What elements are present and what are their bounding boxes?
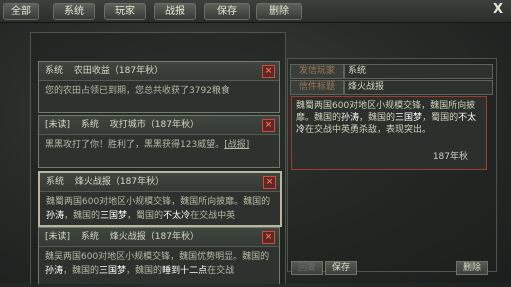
save-button[interactable]: 保存 bbox=[325, 261, 357, 275]
tab-battle-report[interactable]: 战报 bbox=[154, 3, 196, 20]
message-content: 魏蜀两国600对地区小规模交锋，魏国所向披靡。魏国的孙涛，魏国的三国梦，蜀国的不… bbox=[291, 96, 487, 170]
delete-icon[interactable]: × bbox=[263, 176, 276, 189]
message-item-selected[interactable]: 系统 烽火战报（187年秋） × 魏蜀两国600对地区小规模交锋，魏国所向披靡。… bbox=[38, 171, 282, 227]
message-text: ，魏国的 bbox=[63, 266, 100, 276]
player-name: 三国梦 bbox=[99, 266, 127, 276]
sender-label: 发信玩家 bbox=[290, 64, 344, 79]
message-preview: 魏蜀两国600对地区小规模交锋，魏国所向披靡。魏国的孙涛，魏国的三国梦，蜀国的不… bbox=[40, 192, 280, 227]
message-sender: 系统 bbox=[45, 66, 64, 76]
player-name: 三国梦 bbox=[100, 211, 128, 221]
delete-icon[interactable]: × bbox=[262, 231, 275, 244]
tab-player[interactable]: 玩家 bbox=[104, 3, 146, 20]
content-text: ，魏国的 bbox=[359, 113, 396, 123]
message-text: ，魏国的 bbox=[64, 211, 101, 221]
tab-all[interactable]: 全部 bbox=[3, 3, 39, 20]
message-header: 系统 烽火战报（187年秋） × bbox=[40, 173, 280, 192]
message-text: 在交战 bbox=[207, 266, 235, 276]
reply-button[interactable]: 回复 bbox=[291, 261, 323, 275]
message-text: 魏吴两国600对地区小规模交锋，魏国优势明显。魏国的 bbox=[45, 252, 270, 262]
message-title: 攻打城市（187年秋） bbox=[109, 120, 199, 130]
message-item[interactable]: [未读] 系统 烽火战报（187年秋） × 魏吴两国600对地区小规模交锋，魏国… bbox=[38, 227, 280, 284]
title-field: 烽火战报 bbox=[344, 80, 493, 95]
content-text: 在交战中英勇杀敌，表现突出。 bbox=[305, 125, 432, 135]
message-title: 烽火战报（187年秋） bbox=[109, 232, 199, 242]
player-name: 不太冷 bbox=[163, 211, 191, 221]
message-text: ，蜀国的 bbox=[127, 211, 164, 221]
message-header: [未读] 系统 烽火战报（187年秋） × bbox=[39, 228, 279, 247]
delete-icon[interactable]: × bbox=[262, 119, 275, 132]
delete-icon[interactable]: × bbox=[262, 65, 275, 78]
message-sender: 系统 bbox=[46, 177, 65, 187]
content-text: ，蜀国的 bbox=[422, 113, 459, 123]
tab-delete[interactable]: 删除 bbox=[256, 3, 302, 20]
message-text: 魏蜀两国600对地区小规模交锋，魏国所向披靡。魏国的 bbox=[46, 197, 271, 207]
tab-system[interactable]: 系统 bbox=[53, 3, 95, 20]
player-name: 三国梦 bbox=[395, 113, 423, 123]
player-name: 孙涛 bbox=[46, 211, 65, 221]
message-sender: 系统 bbox=[80, 232, 99, 242]
message-item[interactable]: 系统 农田收益（187年秋） × 您的农田占领已到期，您总共收获了3792粮食 bbox=[38, 61, 280, 113]
message-header: 系统 农田收益（187年秋） × bbox=[39, 62, 279, 81]
delete-button[interactable]: 删除 bbox=[456, 261, 488, 275]
message-sender: 系统 bbox=[80, 120, 99, 130]
close-icon[interactable]: X bbox=[491, 2, 505, 18]
unread-tag: [未读] bbox=[45, 232, 71, 242]
player-name: 睡到十二点 bbox=[162, 266, 208, 276]
message-header: [未读] 系统 攻打城市（187年秋） × bbox=[39, 116, 279, 135]
message-date: 187年秋 bbox=[432, 152, 468, 162]
top-tab-bar: 全部 系统 玩家 战报 保存 删除 X bbox=[0, 0, 511, 23]
message-preview: 黑黑攻打了你！胜利了，黑黑获得123威望。[战报] bbox=[39, 135, 279, 169]
unread-tag: [未读] bbox=[45, 120, 71, 130]
tab-save[interactable]: 保存 bbox=[204, 3, 250, 20]
player-name: 孙涛 bbox=[341, 113, 360, 123]
message-title: 烽火战报（187年秋） bbox=[74, 177, 165, 187]
message-text: 在交战中英 bbox=[190, 211, 236, 221]
message-text: ，魏国的 bbox=[126, 266, 163, 276]
player-name: 孙涛 bbox=[45, 266, 64, 276]
message-preview: 魏吴两国600对地区小规模交锋，魏国优势明显。魏国的孙涛，魏国的三国梦，魏国的睡… bbox=[39, 247, 279, 287]
message-item[interactable]: [未读] 系统 攻打城市（187年秋） × 黑黑攻打了你！胜利了，黑黑获得123… bbox=[38, 115, 280, 168]
title-label: 信件标题 bbox=[290, 80, 344, 95]
message-preview-text: 黑黑攻打了你！胜利了，黑黑获得123威望。 bbox=[45, 140, 225, 150]
message-preview: 您的农田占领已到期，您总共收获了3792粮食 bbox=[45, 86, 230, 96]
battle-report-link[interactable]: [战报] bbox=[224, 140, 249, 150]
sender-field: 系统 bbox=[344, 64, 493, 79]
message-title: 农田收益（187年秋） bbox=[73, 66, 164, 76]
